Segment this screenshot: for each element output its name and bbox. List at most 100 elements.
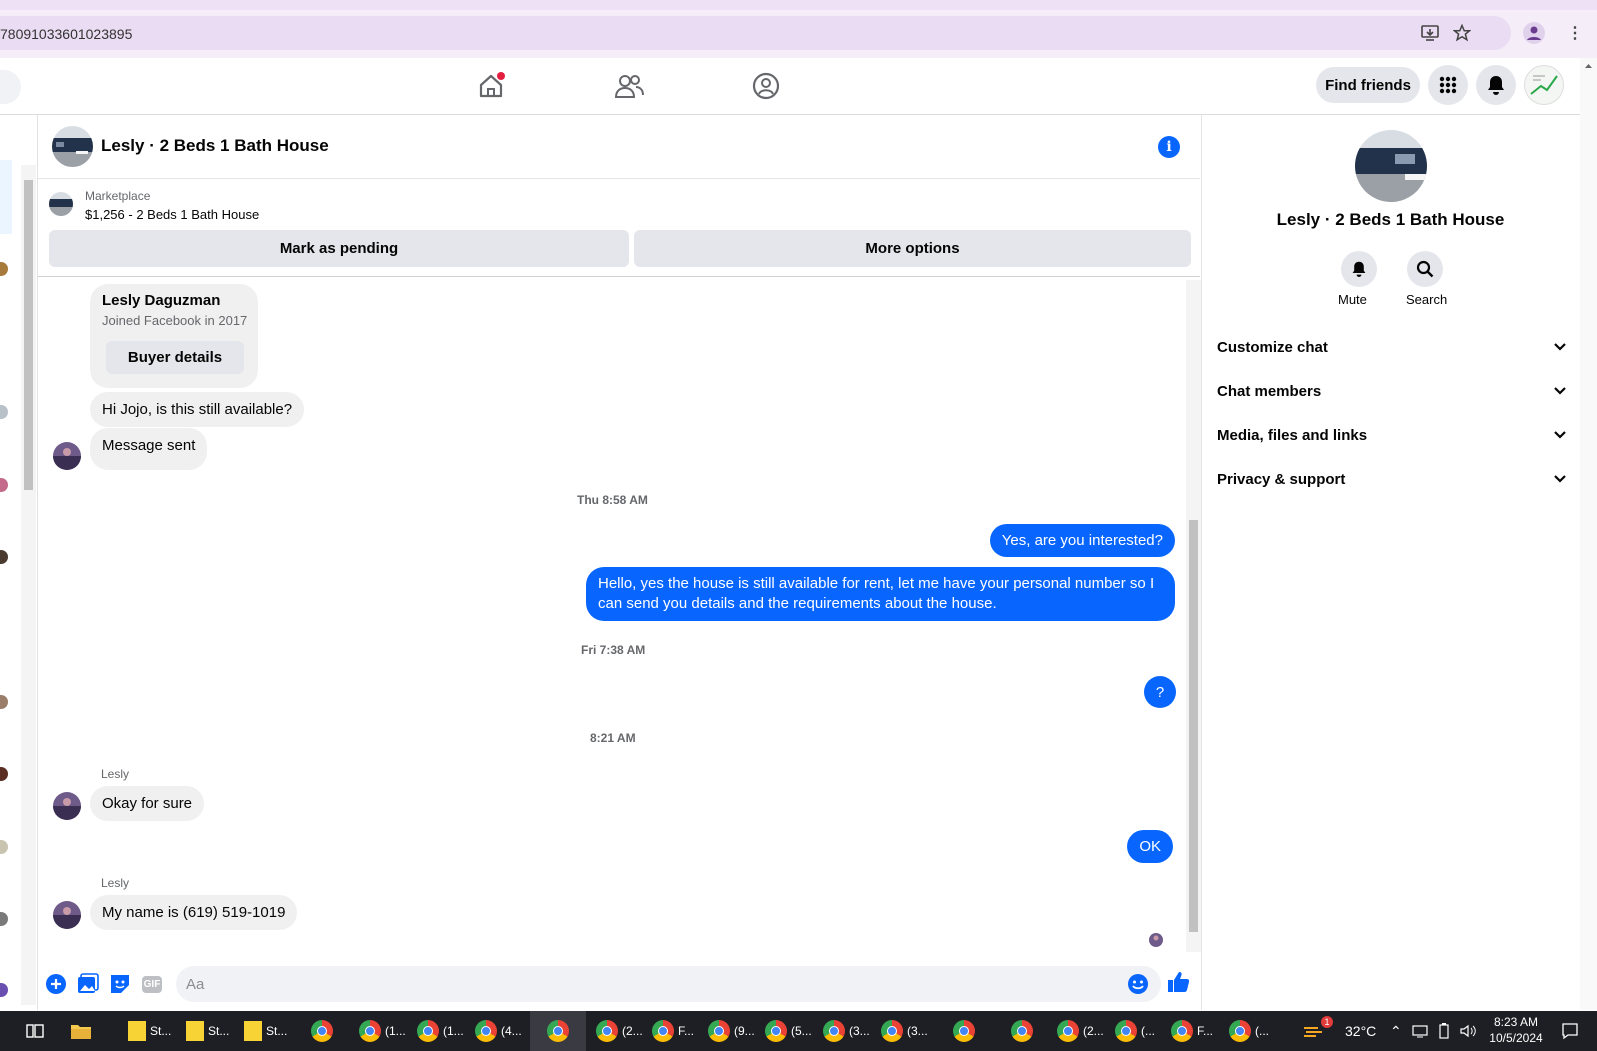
account-avatar[interactable] (1524, 65, 1564, 105)
notification-center-icon[interactable] (1561, 1011, 1579, 1051)
chevron-down-icon (1554, 387, 1566, 395)
taskbar-sticky-notes-3[interactable]: St... (244, 1011, 287, 1051)
search-icon[interactable] (1407, 251, 1443, 287)
message-incoming[interactable]: Message sent (90, 428, 208, 470)
conversation-avatar-large[interactable] (1355, 130, 1427, 202)
conversation-list-scroll-thumb[interactable] (24, 180, 33, 490)
taskbar-chrome-window[interactable]: (3... (823, 1011, 870, 1051)
home-icon[interactable] (471, 66, 511, 106)
network-icon[interactable] (1412, 1024, 1428, 1038)
chevron-up-icon[interactable]: ⌃ (1390, 1023, 1402, 1040)
chat-avatar[interactable] (52, 126, 93, 167)
section-media-files-links[interactable]: Media, files and links (1217, 413, 1567, 457)
more-options-button[interactable]: More options (634, 230, 1191, 267)
chrome-icon (823, 1020, 845, 1042)
selected-conversation-highlight[interactable] (0, 160, 12, 234)
browser-tabstrip (0, 0, 1597, 10)
page-scrollbar[interactable] (1580, 58, 1597, 1010)
taskbar-chrome-window[interactable]: F... (652, 1011, 694, 1051)
taskbar-chrome-app[interactable] (953, 1011, 975, 1051)
section-label: Chat members (1217, 382, 1322, 400)
message-outgoing[interactable]: ? (1144, 676, 1176, 708)
address-bar-url[interactable]: 78091033601023895 (0, 26, 132, 42)
sticker-icon[interactable] (108, 972, 132, 996)
thumbs-up-icon[interactable] (1167, 970, 1191, 994)
taskbar-chrome-window[interactable]: (... (1229, 1011, 1269, 1051)
taskbar-chrome-window[interactable]: F... (1171, 1011, 1213, 1051)
sender-avatar[interactable] (53, 792, 81, 820)
volume-icon[interactable] (1460, 1024, 1476, 1038)
clock[interactable]: 8:23 AM 10/5/2024 (1486, 1014, 1546, 1046)
message-incoming[interactable]: Okay for sure (90, 786, 205, 821)
groups-icon[interactable] (746, 66, 786, 106)
taskbar-chrome-window[interactable]: (1... (417, 1011, 464, 1051)
message-timestamp: 8:21 AM (590, 731, 636, 745)
chat-scroll-thumb[interactable] (1189, 520, 1198, 932)
sender-avatar[interactable] (53, 442, 81, 470)
section-privacy-support[interactable]: Privacy & support (1217, 457, 1567, 501)
taskbar-item-label: (... (1255, 1024, 1269, 1038)
message-incoming[interactable]: My name is (619) 519-1019 (90, 895, 298, 930)
sender-name: Lesly (101, 767, 130, 781)
system-tray[interactable]: ⌃ (1390, 1011, 1476, 1051)
bookmark-star-icon[interactable] (1448, 19, 1476, 47)
taskbar-chrome-app[interactable] (1011, 1011, 1033, 1051)
gif-icon[interactable]: GIF (140, 972, 164, 996)
message-outgoing[interactable]: Hello, yes the house is still available … (586, 567, 1175, 621)
marketplace-label: Marketplace (85, 189, 151, 203)
taskbar-chrome-active[interactable] (530, 1011, 586, 1051)
sender-avatar[interactable] (53, 901, 81, 929)
emoji-icon[interactable] (1126, 972, 1150, 996)
find-friends-button[interactable]: Find friends (1316, 67, 1420, 103)
section-customize-chat[interactable]: Customize chat (1217, 325, 1567, 369)
taskbar-sticky-notes-2[interactable]: St... (186, 1011, 229, 1051)
taskbar-item-label: (3... (849, 1024, 870, 1038)
chrome-icon (1011, 1020, 1033, 1042)
listing-title[interactable]: $1,256 - 2 Beds 1 Bath House (85, 207, 259, 222)
sender-name: Lesly (101, 876, 130, 890)
mute-label[interactable]: Mute (1338, 292, 1367, 307)
file-explorer-icon[interactable] (70, 1011, 92, 1051)
taskbar-chrome-window[interactable]: (2... (596, 1011, 643, 1051)
taskbar-chrome-window[interactable]: (4... (475, 1011, 522, 1051)
menu-grid-icon[interactable] (1428, 65, 1468, 105)
address-bar[interactable] (0, 16, 1511, 50)
taskbar-chrome-window[interactable]: (5... (765, 1011, 812, 1051)
message-outgoing[interactable]: OK (1127, 830, 1173, 863)
message-timestamp: Fri 7:38 AM (581, 643, 646, 657)
profile-icon[interactable] (1520, 19, 1548, 47)
mute-bell-icon[interactable] (1341, 251, 1377, 287)
buyer-details-button[interactable]: Buyer details (106, 341, 244, 374)
taskbar-chrome-window[interactable]: (3... (881, 1011, 928, 1051)
chrome-icon (547, 1020, 569, 1042)
search-label[interactable]: Search (1406, 292, 1447, 307)
friends-icon[interactable] (609, 66, 649, 106)
photo-icon[interactable] (76, 972, 100, 996)
message-outgoing[interactable]: Yes, are you interested? (989, 524, 1175, 557)
taskbar-item-label: (1... (443, 1024, 464, 1038)
install-app-icon[interactable] (1416, 19, 1444, 47)
taskbar-chrome-window[interactable]: (... (1115, 1011, 1155, 1051)
section-chat-members[interactable]: Chat members (1217, 369, 1567, 413)
taskbar-chrome-window[interactable]: (1... (359, 1011, 406, 1051)
task-view-icon[interactable] (26, 1011, 44, 1051)
listing-thumbnail[interactable] (49, 192, 73, 216)
taskbar-chrome-app[interactable] (311, 1011, 333, 1051)
message-outgoing-line: Hello, yes the house is still available … (598, 575, 1155, 592)
chrome-icon (1115, 1020, 1137, 1042)
notifications-bell-icon[interactable] (1476, 65, 1516, 105)
chat-title[interactable]: Lesly · 2 Beds 1 Bath House (101, 136, 329, 156)
taskbar-sticky-notes-1[interactable]: St... (128, 1011, 171, 1051)
battery-icon[interactable] (1438, 1023, 1450, 1039)
chrome-icon (475, 1020, 497, 1042)
message-input[interactable] (176, 966, 1161, 1002)
taskbar-chrome-window[interactable]: (2... (1057, 1011, 1104, 1051)
add-plus-icon[interactable] (44, 972, 68, 996)
mark-as-pending-button[interactable]: Mark as pending (49, 230, 629, 267)
browser-menu-icon[interactable]: ⋮ (1561, 19, 1589, 47)
info-icon[interactable]: i (1158, 136, 1180, 158)
message-input-placeholder: Aa (186, 976, 205, 993)
taskbar-chrome-window[interactable]: (9... (708, 1011, 755, 1051)
weather-widget[interactable]: 1 32°C (1303, 1011, 1376, 1051)
message-incoming[interactable]: Hi Jojo, is this still available? (90, 392, 305, 427)
